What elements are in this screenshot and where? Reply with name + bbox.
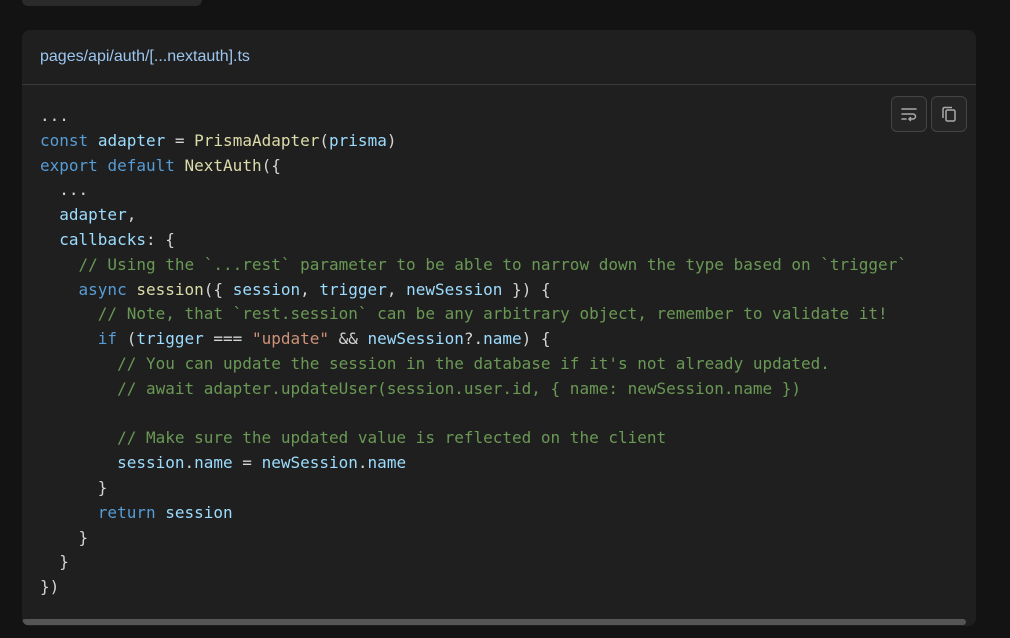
code-token: name (483, 329, 522, 349)
code-line: ... (40, 104, 907, 129)
code-token: async (78, 279, 127, 299)
code-token: ... (40, 180, 89, 200)
code-line: if (trigger === "update" && newSession?.… (40, 327, 907, 352)
code-token: default (107, 155, 175, 175)
code-token: ) (386, 130, 397, 150)
code-block-header: pages/api/auth/[...nextauth].ts (22, 30, 976, 85)
code-token: }) (40, 577, 60, 597)
code-line: // Note, that `rest.session` can be any … (40, 302, 907, 327)
code-line: // Using the `...rest` parameter to be a… (40, 253, 907, 278)
code-token: return (97, 502, 156, 522)
wrap-lines-button[interactable] (891, 96, 927, 132)
code-token: }) { (502, 279, 551, 299)
copy-icon (942, 106, 956, 122)
code-token: session (117, 453, 185, 473)
code-line: return session (40, 501, 907, 526)
code-token: . (357, 453, 368, 473)
code-token: if (97, 329, 118, 349)
code-token: newSession (367, 329, 464, 349)
code-token: && (329, 329, 368, 349)
code-token: : { (145, 229, 175, 249)
code-line: session.name = newSession.name (40, 451, 907, 476)
code-token: adapter (59, 205, 127, 225)
code-line: } (40, 550, 907, 575)
code-token: ( (319, 130, 330, 150)
code-token: ?. (463, 329, 484, 349)
code-token: session (136, 279, 204, 299)
code-token: ) { (521, 329, 551, 349)
code-line: }) (40, 575, 907, 600)
code-token: // Using the `...rest` parameter to be a… (40, 254, 907, 274)
code-token: callbacks (59, 229, 146, 249)
code-token: adapter (97, 130, 166, 150)
code-token: trigger (136, 329, 204, 349)
code-token: name (194, 453, 233, 473)
code-line: adapter, (40, 203, 907, 228)
code-token: , (386, 279, 407, 299)
code-line: async session({ session, trigger, newSes… (40, 278, 907, 303)
code-token: } (40, 552, 69, 572)
code-token: = (165, 130, 195, 150)
code-token: export (40, 155, 98, 175)
code-token: ... (40, 106, 69, 125)
code-token: "update" (251, 329, 329, 349)
code-token: session (165, 502, 233, 522)
previous-content-fragment (22, 0, 202, 6)
code-line: // Make sure the updated value is reflec… (40, 426, 907, 451)
code-token: === (203, 329, 252, 349)
wrap-lines-icon (901, 108, 917, 122)
code-line: callbacks: { (40, 228, 907, 253)
code-line: ... (40, 178, 907, 203)
code-token: ({ (261, 155, 281, 175)
code-token: = (232, 453, 262, 473)
code-token: // Make sure the updated value is reflec… (40, 428, 667, 448)
code-token: } (40, 527, 89, 547)
code-line: // You can update the session in the dat… (40, 352, 907, 377)
code-token: // Note, that `rest.session` can be any … (40, 304, 888, 324)
code-line: export default NextAuth({ (40, 154, 907, 179)
code-body: ... const adapter = PrismaAdapter(prisma)… (22, 86, 976, 618)
code-token: prisma (329, 130, 387, 150)
code-token: // You can update the session in the dat… (40, 353, 830, 373)
code-token: } (40, 477, 108, 497)
code-actions (891, 96, 967, 132)
scrollbar-thumb[interactable] (22, 619, 966, 625)
code-line: } (40, 476, 907, 501)
code-content: ... const adapter = PrismaAdapter(prisma)… (40, 104, 907, 600)
code-token: ({ (203, 279, 233, 299)
horizontal-scrollbar[interactable] (22, 618, 976, 626)
code-line: const adapter = PrismaAdapter(prisma) (40, 129, 907, 154)
code-token: // await adapter.updateUser(session.user… (40, 378, 801, 398)
code-token: ( (117, 329, 137, 349)
code-token: , (300, 279, 320, 299)
code-token: newSession (261, 453, 358, 473)
code-block: pages/api/auth/[...nextauth].ts ... const… (22, 30, 976, 626)
code-token: const (40, 130, 89, 150)
code-token: newSession (406, 279, 503, 299)
code-filename: pages/api/auth/[...nextauth].ts (40, 48, 250, 65)
code-line: // await adapter.updateUser(session.user… (40, 377, 907, 402)
code-token: session (232, 279, 301, 299)
code-token: trigger (319, 279, 387, 299)
code-token: , (126, 205, 137, 225)
code-token: name (367, 453, 407, 473)
copy-button[interactable] (931, 96, 967, 132)
code-token: NextAuth (184, 155, 262, 175)
code-line: } (40, 526, 907, 551)
code-token: PrismaAdapter (194, 130, 320, 150)
code-token: . (184, 453, 195, 473)
